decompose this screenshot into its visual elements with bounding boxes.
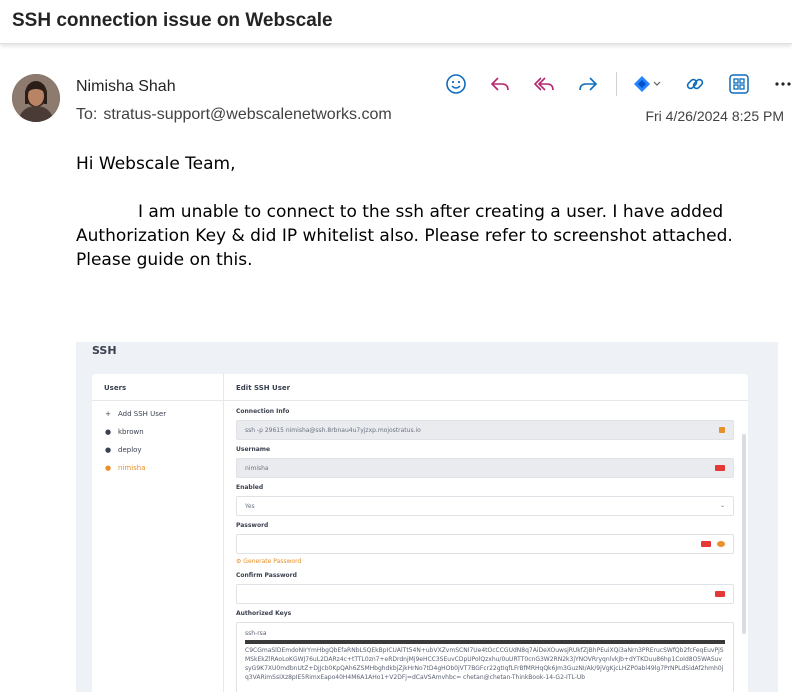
confirm-password-field	[236, 584, 734, 604]
eye-icon	[717, 541, 725, 547]
link-icon	[686, 78, 704, 90]
user-item: ● deploy	[104, 446, 142, 454]
keys-value: C9CGmaSlDEmdoNIrYmHbgQbEfaRNbLSQEkBpICUA…	[245, 647, 724, 681]
edit-panel: Edit SSH User Connection Info ssh -p 296…	[224, 374, 748, 692]
reply-all-button[interactable]	[528, 68, 560, 100]
password-label: Password	[236, 522, 269, 529]
greeting: Hi Webscale Team,	[76, 154, 236, 174]
redaction-bar	[245, 640, 725, 644]
chevron-down-icon	[653, 81, 661, 86]
apps-button[interactable]	[723, 68, 755, 100]
plus-icon: +	[105, 410, 111, 418]
chevron-down-icon: ⌄	[719, 502, 725, 509]
user-label: deploy	[118, 446, 142, 454]
reply-button[interactable]	[484, 68, 516, 100]
user-label: nimisha	[118, 464, 146, 472]
user-icon: ●	[104, 428, 112, 436]
generate-label: Generate Password	[243, 558, 302, 565]
forward-icon	[579, 77, 598, 91]
sender-name[interactable]: Nimisha Shah	[76, 78, 176, 96]
connection-label: Connection Info	[236, 408, 290, 415]
jira-icon	[634, 76, 650, 92]
users-panel: Users + Add SSH User ● kbrown ● deploy ● nim…	[92, 374, 224, 692]
recipient-line: To: stratus-support@webscalenetworks.com	[76, 106, 392, 124]
user-icon: ●	[104, 464, 112, 472]
enabled-label: Enabled	[236, 484, 264, 491]
avatar[interactable]	[12, 74, 60, 122]
shot-card: Users + Add SSH User ● kbrown ● deploy ● nim…	[92, 374, 748, 692]
divider	[92, 400, 224, 401]
edit-header: Edit SSH User	[236, 384, 291, 392]
message-actions	[440, 68, 792, 100]
add-user-label: Add SSH User	[118, 410, 167, 418]
jira-addin-button[interactable]	[627, 68, 667, 100]
connection-value: ssh -p 29615 nimisha@ssh.8rbnau4u7yjzxp.…	[245, 427, 421, 434]
users-header: Users	[104, 384, 127, 392]
confirm-label: Confirm Password	[236, 572, 297, 579]
smile-icon	[446, 74, 466, 94]
user-label: kbrown	[118, 428, 144, 436]
body-text: I am unable to connect to the ssh after …	[76, 202, 733, 270]
message-body: Hi Webscale Team, I am unable to connect…	[76, 152, 776, 296]
reply-all-icon	[533, 77, 554, 91]
copy-icon	[719, 427, 725, 433]
enabled-select: Yes ⌄	[236, 496, 734, 516]
keys-prefix: ssh-rsa	[245, 630, 267, 637]
apps-icon	[729, 74, 749, 94]
connection-field: ssh -p 29615 nimisha@ssh.8rbnau4u7yjzxp.…	[236, 420, 734, 440]
user-icon: ●	[104, 446, 112, 454]
more-icon	[775, 82, 791, 86]
subject-bar: SSH connection issue on Webscale	[0, 0, 792, 44]
add-user-item: + Add SSH User	[104, 410, 166, 418]
email-subject: SSH connection issue on Webscale	[12, 10, 333, 31]
more-actions-button[interactable]	[767, 68, 792, 100]
to-label: To:	[76, 106, 98, 123]
username-field: nimisha	[236, 458, 734, 478]
sent-date: Fri 4/26/2024 8:25 PM	[645, 108, 784, 124]
body-paragraph: I am unable to connect to the ssh after …	[76, 200, 776, 272]
toolbar-separator	[616, 72, 617, 96]
reply-icon	[490, 77, 509, 91]
forward-button[interactable]	[572, 68, 604, 100]
link-addin-button[interactable]	[679, 68, 711, 100]
keys-label: Authorized Keys	[236, 610, 292, 617]
divider	[224, 400, 748, 401]
generate-password-link: ⚙ Generate Password	[236, 558, 302, 565]
emoji-react-button[interactable]	[440, 68, 472, 100]
key-icon	[701, 541, 711, 547]
recipient-address[interactable]: stratus-support@webscalenetworks.com	[103, 106, 391, 123]
enabled-value: Yes	[245, 503, 255, 510]
shot-title: SSH	[92, 344, 117, 357]
user-item-active: ● nimisha	[104, 464, 146, 472]
password-field	[236, 534, 734, 554]
username-label: Username	[236, 446, 271, 453]
username-value: nimisha	[245, 465, 269, 472]
user-item: ● kbrown	[104, 428, 144, 436]
attached-screenshot[interactable]: SSH Users + Add SSH User ● kbrown ● deploy …	[76, 342, 778, 692]
key-icon	[715, 465, 725, 471]
authorized-keys-textarea: ssh-rsa C9CGmaSlDEmdoNIrYmHbgQbEfaRNbLSQ…	[236, 622, 734, 692]
key-icon	[715, 591, 725, 597]
scrollbar	[742, 434, 746, 634]
